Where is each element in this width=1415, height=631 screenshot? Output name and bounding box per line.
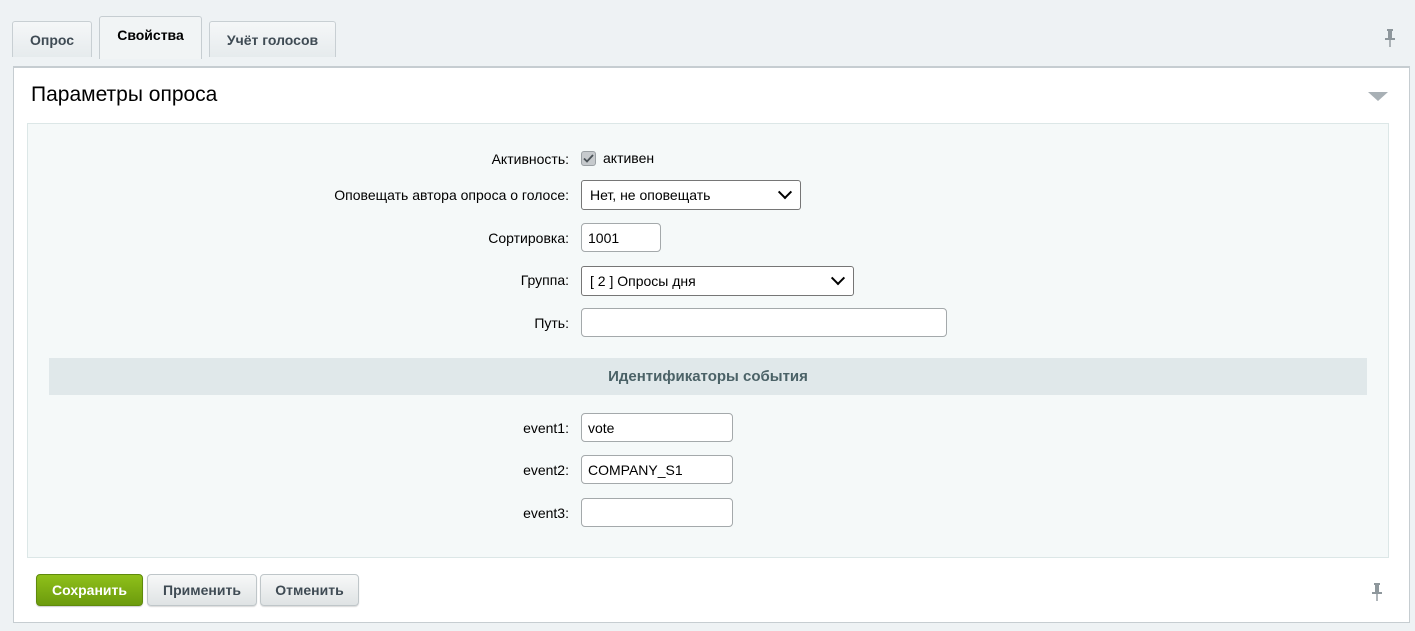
chevron-down-icon bbox=[777, 185, 793, 200]
notify-label: Оповещать автора опроса о голосе: bbox=[334, 187, 569, 203]
tab-poll-label: Опрос bbox=[29, 31, 75, 48]
path-input[interactable] bbox=[581, 308, 947, 337]
tab-vote-accounting[interactable]: Учёт голосов bbox=[209, 21, 336, 57]
active-label: Активность: bbox=[491, 151, 569, 167]
properties-panel: Параметры опроса Активность: активен Опо… bbox=[13, 66, 1410, 623]
tab-vote-accounting-label: Учёт голосов bbox=[226, 31, 319, 48]
sort-input[interactable]: 1001 bbox=[581, 223, 661, 252]
sort-input-value: 1001 bbox=[588, 229, 620, 246]
event1-input-value: vote bbox=[588, 419, 615, 436]
notify-select-value: Нет, не оповещать bbox=[590, 187, 711, 203]
event3-label: event3: bbox=[523, 505, 569, 521]
pin-icon[interactable] bbox=[1384, 29, 1396, 47]
save-button[interactable]: Сохранить bbox=[36, 574, 143, 606]
event1-input[interactable]: vote bbox=[581, 413, 733, 442]
event3-input[interactable] bbox=[581, 498, 733, 527]
sort-label: Сортировка: bbox=[488, 230, 569, 246]
group-label: Группа: bbox=[520, 272, 569, 288]
group-select[interactable]: [ 2 ] Опросы дня bbox=[581, 266, 854, 296]
cancel-button[interactable]: Отменить bbox=[260, 574, 359, 606]
tab-properties[interactable]: Свойства bbox=[99, 16, 202, 59]
tab-properties-label: Свойства bbox=[117, 27, 184, 43]
path-label: Путь: bbox=[534, 315, 569, 331]
check-icon bbox=[583, 154, 594, 163]
apply-button[interactable]: Применить bbox=[147, 574, 257, 606]
panel-title: Параметры опроса bbox=[31, 83, 218, 106]
event2-label: event2: bbox=[523, 462, 569, 478]
active-checkbox[interactable] bbox=[581, 151, 596, 166]
pin-icon[interactable] bbox=[1371, 583, 1383, 601]
chevron-down-icon bbox=[830, 271, 846, 286]
event1-label: event1: bbox=[523, 420, 569, 436]
active-checkbox-label[interactable]: активен bbox=[603, 150, 654, 166]
section-header-event-ids: Идентификаторы события bbox=[49, 358, 1367, 395]
form-area: Активность: активен Оповещать автора опр… bbox=[27, 123, 1389, 558]
section-header-title: Идентификаторы события bbox=[608, 368, 808, 385]
collapse-arrow-icon[interactable] bbox=[1368, 92, 1388, 101]
tab-poll[interactable]: Опрос bbox=[12, 21, 92, 57]
event2-input-value: COMPANY_S1 bbox=[588, 461, 683, 478]
event2-input[interactable]: COMPANY_S1 bbox=[581, 455, 733, 484]
group-select-value: [ 2 ] Опросы дня bbox=[590, 273, 696, 289]
notify-select[interactable]: Нет, не оповещать bbox=[581, 180, 801, 210]
